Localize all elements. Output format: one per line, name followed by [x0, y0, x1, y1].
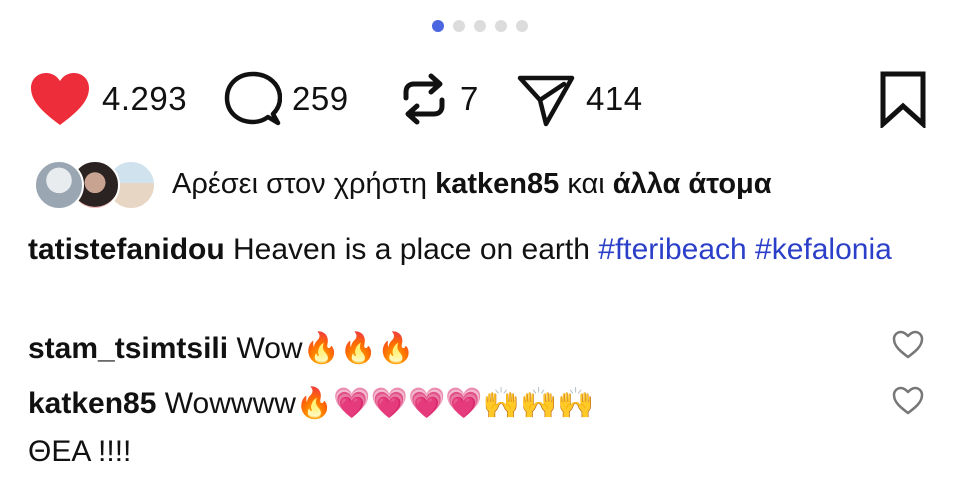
hashtag[interactable]: #kefalonia: [755, 233, 892, 266]
heart-outline-icon[interactable]: [892, 330, 924, 360]
avatar[interactable]: [34, 160, 84, 210]
comment-username[interactable]: katken85: [28, 387, 156, 420]
like-action[interactable]: 4.293: [28, 68, 187, 130]
liked-by-conjunction: και: [567, 167, 605, 200]
heart-icon[interactable]: [28, 70, 92, 128]
repost-icon[interactable]: [398, 70, 450, 128]
caption-text: Heaven is a place on earth: [233, 233, 590, 266]
comment-count[interactable]: 259: [292, 80, 349, 118]
carousel-indicator: [0, 20, 960, 32]
carousel-dot[interactable]: [516, 20, 528, 32]
heart-outline-icon[interactable]: [892, 386, 924, 416]
carousel-dot[interactable]: [495, 20, 507, 32]
share-action[interactable]: 414: [516, 68, 643, 130]
bookmark-icon[interactable]: [878, 70, 928, 128]
liked-by-others[interactable]: άλλα άτομα: [613, 168, 772, 200]
liked-by-text: Αρέσει στον χρήστη katken85 και άλλα άτο…: [172, 168, 772, 201]
repost-action[interactable]: 7: [398, 68, 479, 130]
carousel-dot-active[interactable]: [432, 20, 444, 32]
comment-item: stam_tsimtsili Wow🔥🔥🔥: [28, 325, 868, 373]
liked-by-user[interactable]: katken85: [435, 168, 559, 200]
liked-by-prefix: Αρέσει στον χρήστη: [172, 167, 428, 200]
liker-avatars[interactable]: [34, 160, 156, 210]
comment-action[interactable]: 259: [224, 68, 349, 130]
carousel-dot[interactable]: [474, 20, 486, 32]
comment-emoji-hands: 🙌🙌🙌: [482, 386, 595, 421]
send-icon[interactable]: [516, 70, 576, 128]
save-action[interactable]: [878, 68, 928, 130]
comment-text: Wow: [236, 332, 303, 365]
post-caption: tatistefanidou Heaven is a place on eart…: [28, 226, 928, 274]
comment-emoji: 🔥🔥🔥: [302, 331, 415, 366]
comment-bubble-icon[interactable]: [224, 70, 282, 128]
liked-by-row[interactable]: Αρέσει στον χρήστη katken85 και άλλα άτο…: [34, 160, 772, 210]
like-count[interactable]: 4.293: [102, 80, 187, 118]
comment-item: katken85 Wowwww🔥💗💗💗💗🙌🙌🙌 ΘΕΑ !!!!: [28, 380, 868, 476]
hashtag[interactable]: #fteribeach: [598, 233, 746, 266]
post-action-bar: 4.293 259 7 414: [28, 68, 932, 130]
repost-count[interactable]: 7: [460, 80, 479, 118]
caption-username[interactable]: tatistefanidou: [28, 233, 225, 266]
comment-emoji-fire: 🔥: [295, 386, 334, 421]
comment-emoji-hearts: 💗💗💗💗: [333, 386, 483, 421]
carousel-dot[interactable]: [453, 20, 465, 32]
comment-text: Wowwww: [164, 387, 296, 420]
comment-username[interactable]: stam_tsimtsili: [28, 332, 228, 365]
share-count[interactable]: 414: [586, 80, 643, 118]
comment-text-second-line: ΘΕΑ !!!!: [28, 435, 132, 468]
